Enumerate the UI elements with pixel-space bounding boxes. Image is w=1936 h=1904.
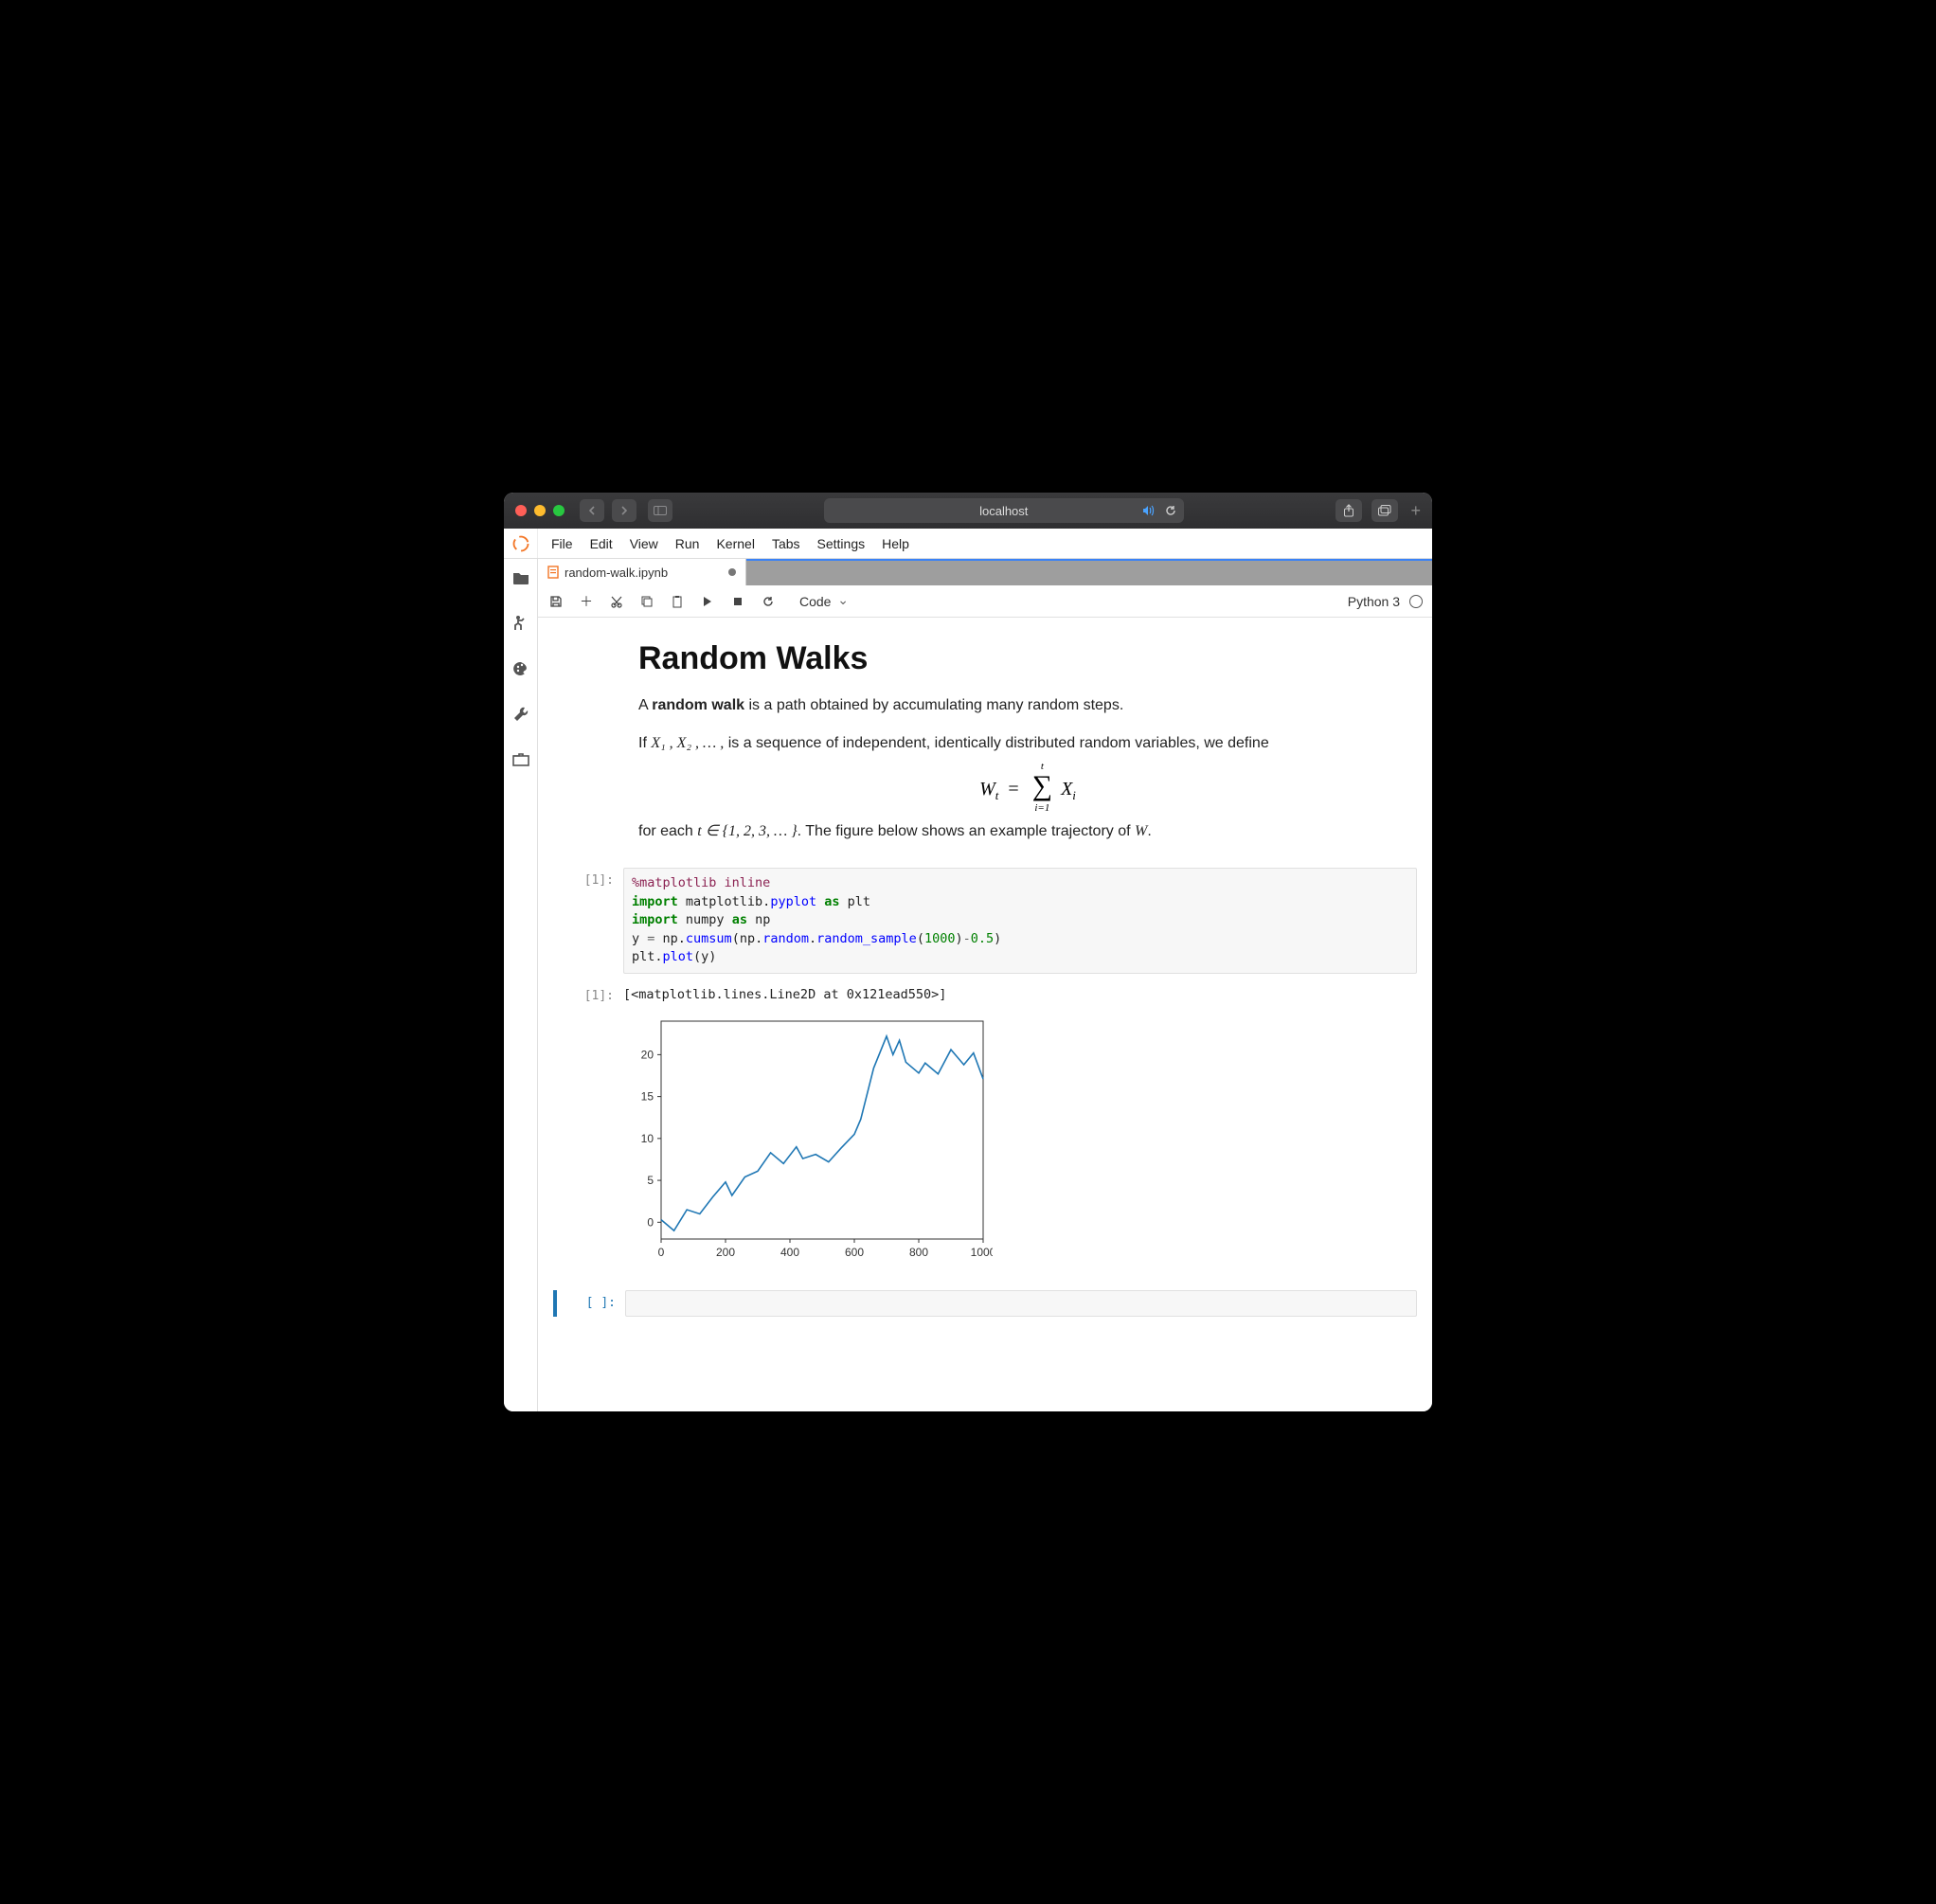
svg-text:20: 20 — [641, 1048, 654, 1061]
add-cell-button[interactable]: ＋ — [578, 592, 595, 611]
code-cell-1[interactable]: [1]: %matplotlib inline import matplotli… — [553, 868, 1417, 974]
jupyter-menubar: File Edit View Run Kernel Tabs Settings … — [504, 529, 1432, 559]
svg-text:0: 0 — [647, 1215, 654, 1229]
svg-text:5: 5 — [647, 1174, 654, 1187]
svg-text:0: 0 — [658, 1246, 665, 1259]
cell-type-select[interactable]: Code — [796, 592, 849, 611]
save-button[interactable] — [547, 595, 565, 608]
file-browser-icon[interactable] — [511, 568, 530, 587]
new-tab-button[interactable]: + — [1407, 501, 1422, 521]
audio-icon[interactable] — [1142, 505, 1156, 516]
svg-text:1000: 1000 — [971, 1246, 993, 1259]
svg-text:800: 800 — [909, 1246, 928, 1259]
tabs-button[interactable] — [1371, 499, 1398, 522]
minimize-window-button[interactable] — [534, 505, 546, 516]
stop-button[interactable] — [729, 597, 746, 606]
copy-button[interactable] — [638, 595, 655, 608]
menu-file[interactable]: File — [551, 536, 573, 551]
running-icon[interactable] — [511, 614, 530, 633]
menu-settings[interactable]: Settings — [817, 536, 866, 551]
safari-window: localhost + File — [504, 493, 1432, 1411]
close-window-button[interactable] — [515, 505, 527, 516]
palette-icon[interactable] — [511, 659, 530, 678]
restart-button[interactable] — [760, 595, 777, 608]
svg-text:10: 10 — [641, 1132, 654, 1145]
output-cell-1: [1]: [<matplotlib.lines.Line2D at 0x121e… — [553, 983, 1417, 1267]
empty-code-input[interactable] — [625, 1290, 1417, 1317]
menu-help[interactable]: Help — [882, 536, 909, 551]
window-controls — [515, 505, 565, 516]
paragraph-1: A random walk is a path obtained by accu… — [638, 694, 1417, 717]
in-prompt-1: [1]: — [553, 868, 623, 974]
menu-kernel[interactable]: Kernel — [716, 536, 754, 551]
svg-text:200: 200 — [716, 1246, 735, 1259]
menu-run[interactable]: Run — [675, 536, 700, 551]
share-button[interactable] — [1335, 499, 1362, 522]
back-button[interactable] — [580, 499, 604, 522]
address-text: localhost — [979, 504, 1028, 518]
paragraph-3: for each t ∈ {1, 2, 3, … }. The figure b… — [638, 820, 1417, 843]
equation: Wt = t∑i=1 Xi — [638, 770, 1417, 803]
tab-bar: random-walk.ipynb — [538, 559, 1432, 585]
menu-view[interactable]: View — [630, 536, 658, 551]
notebook-content[interactable]: Random Walks A random walk is a path obt… — [538, 618, 1432, 1411]
paragraph-2: If X₁ , X₂ , … , is a sequence of indepe… — [638, 732, 1417, 755]
menu-tabs[interactable]: Tabs — [772, 536, 800, 551]
markdown-cell[interactable]: Random Walks A random walk is a path obt… — [553, 640, 1417, 868]
wrench-icon[interactable] — [511, 705, 530, 724]
jupyter-logo[interactable] — [504, 529, 538, 558]
svg-text:15: 15 — [641, 1089, 654, 1103]
menu-items: File Edit View Run Kernel Tabs Settings … — [538, 529, 923, 558]
empty-prompt: [ ]: — [559, 1290, 625, 1317]
tabs-icon[interactable] — [511, 750, 530, 769]
tab-title: random-walk.ipynb — [565, 566, 668, 580]
code-input-1[interactable]: %matplotlib inline import matplotlib.pyp… — [623, 868, 1417, 974]
address-bar[interactable]: localhost — [824, 498, 1184, 523]
forward-button[interactable] — [612, 499, 636, 522]
notebook-tab[interactable]: random-walk.ipynb — [538, 559, 746, 585]
active-cell-indicator — [553, 1290, 557, 1317]
reload-icon[interactable] — [1165, 505, 1176, 516]
left-sidebar — [504, 559, 538, 1411]
safari-titlebar: localhost + — [504, 493, 1432, 529]
output-plot: 0510152002004006008001000 — [623, 1012, 1417, 1267]
maximize-window-button[interactable] — [553, 505, 565, 516]
svg-text:400: 400 — [780, 1246, 799, 1259]
heading: Random Walks — [638, 640, 1417, 677]
svg-text:600: 600 — [845, 1246, 864, 1259]
notebook-icon — [547, 566, 559, 579]
unsaved-indicator-icon — [728, 568, 736, 576]
run-button[interactable] — [699, 596, 716, 607]
cut-button[interactable] — [608, 595, 625, 608]
kernel-name[interactable]: Python 3 — [1348, 594, 1400, 609]
menu-edit[interactable]: Edit — [590, 536, 613, 551]
notebook-toolbar: ＋ Code Python 3 — [538, 585, 1432, 618]
paste-button[interactable] — [669, 595, 686, 608]
empty-code-cell[interactable]: [ ]: — [553, 1290, 1417, 1317]
kernel-status-icon — [1409, 595, 1423, 608]
sidebar-toggle-button[interactable] — [648, 499, 672, 522]
main-area: random-walk.ipynb ＋ Code Python 3 — [538, 559, 1432, 1411]
out-prompt-1: [1]: — [553, 983, 623, 1267]
output-text: [<matplotlib.lines.Line2D at 0x121ead550… — [623, 983, 1417, 1012]
